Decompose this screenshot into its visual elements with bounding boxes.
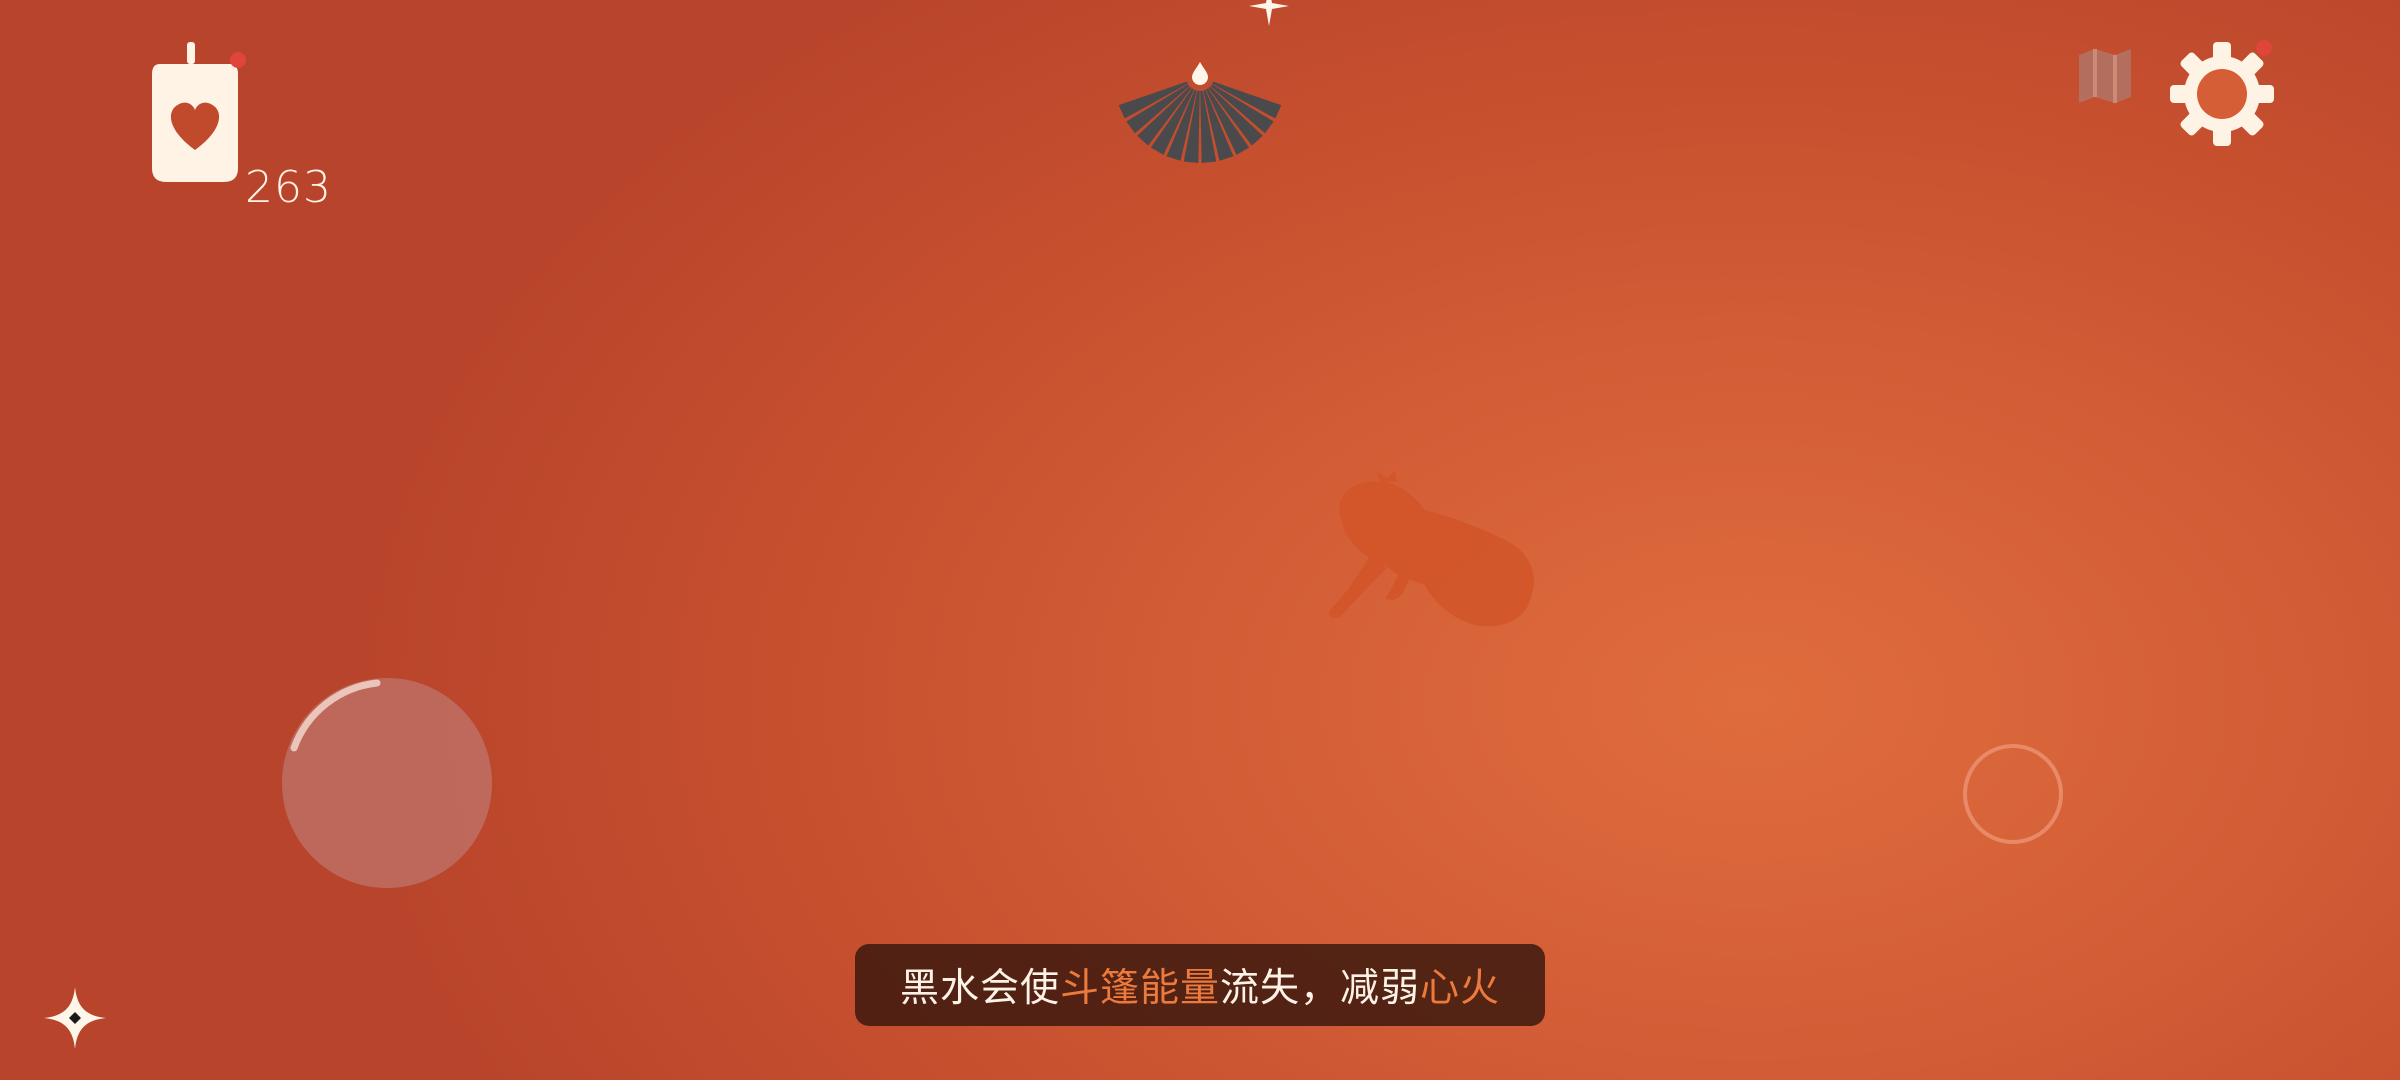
tip-banner: 黑水会使 斗篷能量 流失，减弱 心火	[855, 944, 1545, 1026]
gear-icon[interactable]	[2168, 38, 2276, 146]
tip-text-part1: 黑水会使	[899, 966, 1060, 1011]
tip-text-part2: 流失，减弱	[1220, 966, 1421, 1011]
heart-candle-icon[interactable]	[140, 40, 250, 190]
notification-dot	[230, 52, 246, 68]
cape-energy-fan-icon	[1118, 62, 1282, 163]
action-button[interactable]	[1963, 744, 2063, 844]
creature-silhouette	[1328, 470, 1534, 627]
tip-highlight-cape-energy: 斗篷能量	[1059, 966, 1220, 1011]
tip-highlight-heart-fire: 心火	[1420, 966, 1501, 1011]
notification-dot	[2256, 40, 2272, 56]
sparkle-star-icon[interactable]	[42, 985, 108, 1051]
joystick-progress-arc	[290, 679, 381, 752]
map-icon[interactable]	[2075, 45, 2135, 107]
candle-count: 263	[245, 162, 332, 213]
star-icon	[1249, 0, 1289, 26]
